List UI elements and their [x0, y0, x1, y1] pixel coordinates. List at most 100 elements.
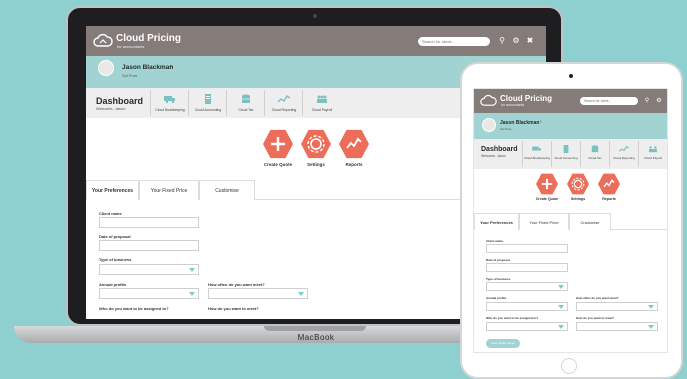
meet-method-select[interactable] [576, 322, 658, 331]
date-of-proposal-input[interactable] [486, 263, 568, 272]
annual-profits-label: Annual profits [99, 282, 127, 287]
search-icon[interactable]: ⚲ [497, 36, 507, 46]
type-of-business-select[interactable] [99, 264, 199, 275]
tile-cloud-reporting[interactable]: Cloud Reporting [264, 90, 302, 116]
client-name-input[interactable] [99, 217, 199, 228]
reports-button[interactable] [598, 173, 620, 195]
tile-label: Cloud Tax [238, 108, 254, 112]
document-icon [205, 94, 211, 104]
search-input[interactable] [580, 97, 638, 105]
reports-label: Reports [345, 162, 363, 167]
tile-label: Cloud Reporting [613, 156, 635, 160]
chevron-right-icon[interactable]: › [540, 119, 542, 125]
document-icon [563, 145, 569, 153]
chevron-down-icon [558, 285, 564, 289]
tile-cloud-payroll[interactable]: Cloud Payroll [302, 90, 340, 116]
tab-your-preferences[interactable]: Your Preferences [86, 180, 139, 200]
app-tagline: for accountants [117, 44, 145, 49]
chevron-down-icon [558, 305, 564, 309]
avatar[interactable] [482, 118, 496, 132]
page-title: Dashboard [481, 146, 518, 153]
tile-cloud-tax[interactable]: Cloud Tax [580, 141, 608, 167]
people-icon [649, 146, 657, 153]
user-name[interactable]: Jason Blackman [500, 120, 539, 126]
meet-method-label: How do you want to meet? [208, 306, 259, 311]
gear-icon[interactable]: ⚙ [511, 36, 521, 46]
gear-icon[interactable]: ⚙ [654, 96, 664, 106]
laptop-notch [264, 326, 366, 331]
database-icon [242, 94, 250, 103]
tile-label: Cloud Tax [588, 156, 602, 160]
cloud-logo-icon [480, 94, 497, 106]
create-quote-button[interactable] [263, 129, 293, 159]
plus-icon [271, 137, 285, 151]
settings-button[interactable] [301, 129, 331, 159]
settings-label: Settings [307, 162, 325, 167]
chevron-down-icon [558, 325, 564, 329]
app-tagline: for accountants [501, 103, 525, 107]
app-title: Cloud Pricing [500, 94, 552, 103]
annual-profits-select[interactable] [486, 302, 568, 311]
user-role: Sol Pure [500, 127, 512, 131]
close-icon[interactable]: ✖ [525, 36, 535, 46]
tile-label: Cloud Reporting [271, 108, 297, 112]
tab-customise[interactable]: Customise [569, 213, 611, 230]
tile-cloud-payroll[interactable]: Cloud Payroll [638, 141, 666, 167]
tile-cloud-reporting[interactable]: Cloud Reporting [609, 141, 637, 167]
tile-label: Cloud Payroll [311, 108, 333, 112]
trend-icon [603, 179, 615, 188]
gear-icon [307, 135, 325, 153]
annual-profits-select[interactable] [99, 288, 199, 299]
meet-frequency-select[interactable] [576, 302, 658, 311]
tile-cloud-bookkeeping[interactable]: Cloud Bookkeeping [522, 141, 550, 167]
laptop-camera [313, 14, 317, 18]
tile-label: Cloud Accounting [194, 108, 222, 112]
user-role: Sol Pure [122, 73, 138, 78]
type-of-business-select[interactable] [486, 282, 568, 291]
tab-customise[interactable]: Customise [199, 180, 255, 200]
tile-cloud-tax[interactable]: Cloud Tax [226, 90, 264, 116]
app-title: Cloud Pricing [116, 33, 181, 44]
user-name[interactable]: Jason Blackman [122, 64, 173, 71]
annual-profits-label: Annual profits [486, 296, 507, 300]
tile-cloud-accounting[interactable]: Cloud Accounting [551, 141, 579, 167]
type-of-business-label: Type of business [99, 257, 132, 262]
truck-icon [164, 96, 175, 104]
tile-label: Cloud Accounting [554, 156, 578, 160]
save-prices-button[interactable]: Save these prices [486, 339, 520, 348]
client-name-input[interactable] [486, 244, 568, 253]
create-quote-button[interactable] [536, 173, 558, 195]
assigned-to-select[interactable] [486, 322, 568, 331]
meet-frequency-label: How often do you want meet? [208, 282, 265, 287]
chevron-down-icon [189, 292, 195, 296]
client-name-label: Client name [99, 211, 122, 216]
search-input[interactable] [418, 37, 490, 46]
tile-label: Cloud Bookkeeping [155, 108, 185, 112]
chevron-right-icon[interactable]: › [170, 64, 172, 70]
tile-cloud-bookkeeping[interactable]: Cloud Bookkeeping [150, 90, 188, 116]
search-icon[interactable]: ⚲ [642, 96, 652, 106]
tablet-home-button [561, 358, 577, 374]
welcome-text: Welcome, Jason [96, 106, 126, 111]
welcome-text: Welcome, Jason [481, 154, 507, 158]
tablet-screen: Cloud Pricing for accountants ⚲ ⚙ Jason … [473, 88, 668, 353]
date-of-proposal-input[interactable] [99, 240, 199, 251]
meet-method-label: How do you want to meet? [576, 316, 614, 320]
user-bar [474, 113, 667, 139]
truck-icon [532, 146, 541, 151]
chevron-down-icon [648, 325, 654, 329]
tab-your-preferences[interactable]: Your Preferences [474, 213, 519, 230]
tab-your-fixed-price[interactable]: Your Fixed Price [139, 180, 199, 200]
cloud-logo-icon [93, 33, 113, 47]
type-of-business-label: Type of business [486, 277, 511, 281]
plus-icon [541, 178, 553, 190]
reports-button[interactable] [339, 129, 369, 159]
tile-cloud-accounting[interactable]: Cloud Accounting [188, 90, 226, 116]
settings-button[interactable] [567, 173, 589, 195]
meet-frequency-select[interactable] [208, 288, 308, 299]
assigned-to-label: Who do you want to be assigned to? [486, 316, 539, 320]
tile-label: Cloud Bookkeeping [523, 156, 551, 160]
avatar[interactable] [98, 60, 114, 76]
trend-icon [346, 137, 362, 149]
tab-your-fixed-price[interactable]: Your Fixed Price [519, 213, 569, 230]
